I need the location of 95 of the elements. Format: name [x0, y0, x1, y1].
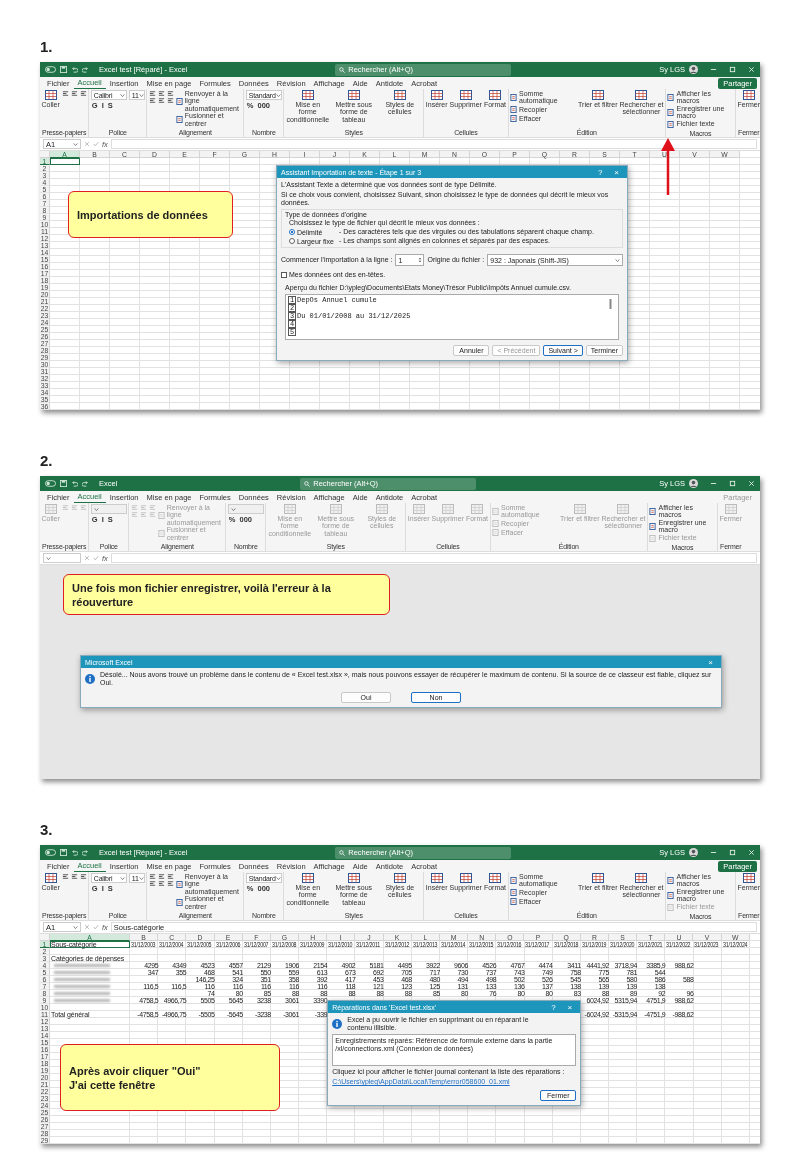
document-icon — [649, 534, 657, 542]
document-icon — [649, 522, 657, 530]
lines-icon[interactable] — [70, 873, 78, 880]
lines-icon[interactable] — [148, 97, 156, 104]
undo-icon[interactable] — [71, 66, 78, 73]
lines-icon[interactable] — [166, 873, 174, 880]
lines-icon[interactable] — [79, 873, 87, 880]
pointer-arrow — [658, 137, 678, 197]
document-icon — [667, 903, 675, 911]
caret-icon — [138, 876, 144, 880]
checkbox[interactable] — [281, 272, 287, 278]
lines-icon[interactable] — [148, 90, 156, 97]
lines-icon[interactable] — [157, 97, 165, 104]
save-icon[interactable] — [60, 849, 67, 856]
lines-icon[interactable] — [166, 97, 174, 104]
caret-icon — [230, 507, 236, 511]
close-icon[interactable] — [748, 66, 755, 73]
toggle-icon[interactable] — [45, 66, 56, 73]
lines-icon[interactable] — [148, 873, 156, 880]
document-icon — [492, 507, 500, 515]
document-icon — [667, 876, 675, 884]
lines-icon[interactable] — [79, 90, 87, 97]
close-icon[interactable] — [748, 849, 755, 856]
document-icon — [175, 899, 183, 907]
lines-icon[interactable] — [157, 873, 165, 880]
check-icon[interactable] — [93, 141, 99, 147]
minimize-icon[interactable] — [710, 480, 717, 487]
lines-icon[interactable] — [61, 873, 69, 880]
scrollbar-thumb-icon[interactable] — [609, 299, 612, 309]
formula-field[interactable] — [110, 553, 757, 563]
toggle-icon[interactable] — [45, 849, 56, 856]
document-icon — [649, 507, 657, 515]
document-icon — [157, 530, 165, 538]
lines-icon[interactable] — [157, 880, 165, 887]
caret-icon — [138, 93, 144, 97]
minimize-icon[interactable] — [710, 66, 717, 73]
caret-icon — [615, 258, 620, 262]
document-icon — [175, 97, 183, 105]
document-icon — [510, 876, 518, 884]
avatar-icon[interactable] — [689, 479, 698, 488]
caret-icon — [46, 556, 51, 560]
check-icon[interactable] — [93, 924, 99, 930]
cell-cursor — [50, 158, 80, 165]
note-text: Une fois mon fichier enregistrer, voilà l'erreur à la réouverture — [72, 580, 332, 609]
radio-button[interactable] — [289, 238, 295, 244]
search-icon — [339, 849, 346, 856]
check-icon[interactable] — [93, 555, 99, 561]
undo-icon[interactable] — [71, 480, 78, 487]
info-icon — [332, 1019, 343, 1029]
caret-icon — [275, 93, 281, 97]
lines-icon[interactable] — [70, 90, 78, 97]
save-icon[interactable] — [60, 480, 67, 487]
info-icon — [85, 674, 95, 684]
undo-icon[interactable] — [71, 849, 78, 856]
save-icon[interactable] — [60, 66, 67, 73]
note-text: Après avoir cliquer "Oui" J'ai cette fenêtre — [69, 1063, 201, 1092]
lines-icon[interactable] — [166, 880, 174, 887]
close-icon[interactable] — [748, 480, 755, 487]
redo-icon[interactable] — [82, 849, 89, 856]
note-text: Importations de données — [77, 207, 208, 222]
maximize-icon[interactable] — [729, 66, 736, 73]
document-icon — [667, 891, 675, 899]
document-icon — [175, 116, 183, 124]
caret-icon — [73, 142, 78, 146]
radio-button[interactable] — [289, 229, 295, 235]
lines-icon[interactable] — [157, 90, 165, 97]
document-icon — [667, 108, 675, 116]
spinner-arrows-icon — [418, 257, 423, 263]
avatar-icon[interactable] — [689, 848, 698, 857]
step-number: 1. — [40, 38, 53, 56]
lines-icon[interactable] — [61, 90, 69, 97]
formula-field[interactable] — [110, 139, 757, 149]
step-number: 2. — [40, 452, 53, 470]
search-icon — [304, 480, 311, 487]
caret-icon — [275, 876, 281, 880]
caret-icon — [119, 876, 125, 880]
search-icon — [339, 66, 346, 73]
lines-icon[interactable] — [148, 880, 156, 887]
avatar-icon[interactable] — [689, 65, 698, 74]
toggle-icon[interactable] — [45, 480, 56, 487]
minimize-icon[interactable] — [710, 849, 717, 856]
document-icon — [157, 511, 165, 519]
redo-icon[interactable] — [82, 66, 89, 73]
document-icon — [667, 93, 675, 101]
caret-icon — [73, 925, 78, 929]
step-number: 3. — [40, 821, 53, 839]
document-icon — [510, 93, 518, 101]
caret-icon — [93, 507, 99, 511]
maximize-icon[interactable] — [729, 480, 736, 487]
lines-icon[interactable] — [166, 90, 174, 97]
maximize-icon[interactable] — [729, 849, 736, 856]
document-icon — [175, 880, 183, 888]
redo-icon[interactable] — [82, 480, 89, 487]
document-icon — [667, 120, 675, 128]
caret-icon — [119, 93, 125, 97]
